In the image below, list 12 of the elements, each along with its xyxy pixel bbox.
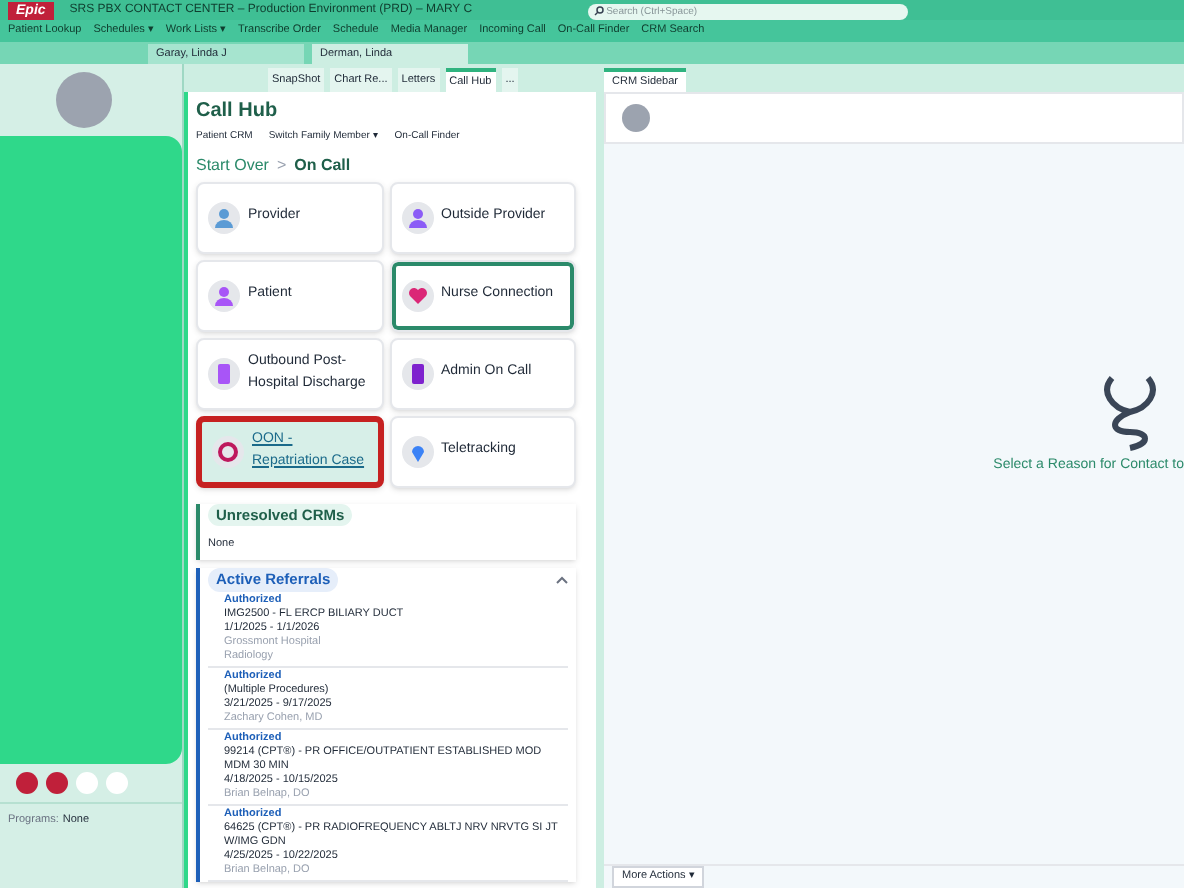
chevron-icon[interactable] bbox=[556, 575, 568, 584]
avatar-placeholder bbox=[56, 72, 112, 128]
search-icon bbox=[594, 5, 605, 15]
panel-title: Call Hub bbox=[196, 98, 280, 126]
stethoscope-icon bbox=[1100, 371, 1160, 456]
breadcrumb-current: On Call bbox=[294, 153, 351, 177]
person-icon bbox=[208, 201, 240, 233]
location-pin-icon bbox=[401, 435, 433, 467]
avatar-placeholder bbox=[622, 104, 650, 132]
start-over-link[interactable]: Start Over bbox=[196, 153, 269, 177]
user-icon bbox=[208, 279, 240, 311]
breadcrumb-separator: > bbox=[276, 153, 287, 177]
